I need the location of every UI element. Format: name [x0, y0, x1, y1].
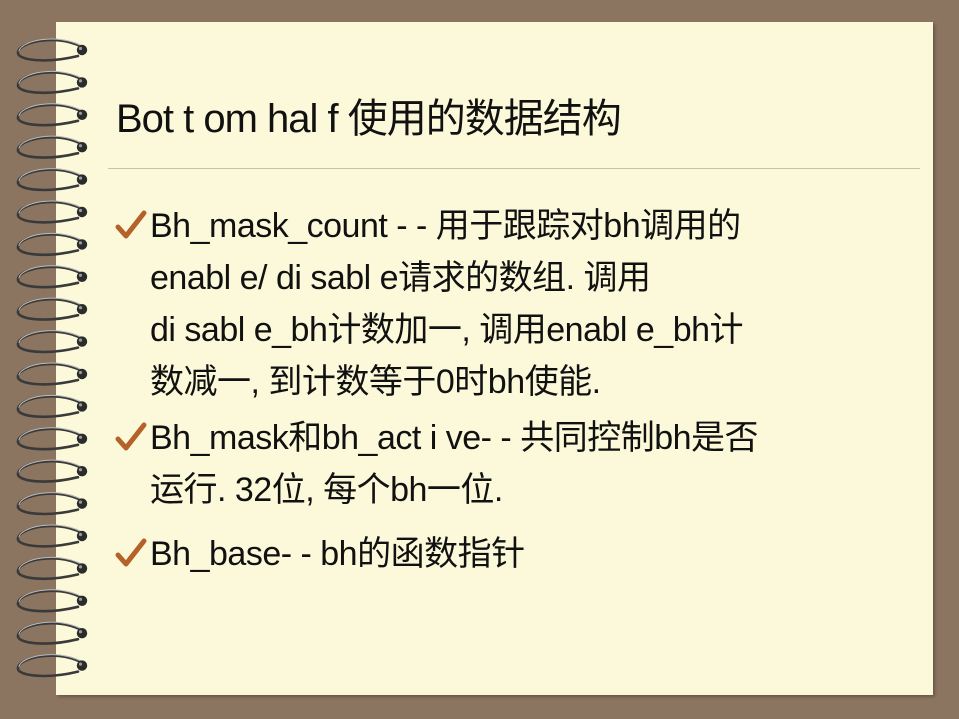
spiral-ring — [16, 297, 88, 321]
spiral-ring — [16, 265, 88, 289]
checkmark-icon — [115, 422, 147, 451]
spiral-ring — [16, 654, 88, 678]
spiral-ring — [16, 394, 88, 418]
spiral-ring — [16, 103, 88, 127]
spiral-ring — [16, 232, 88, 256]
spiral-ring — [16, 427, 88, 451]
bullet-line: 数减一, 到计数等于0时bh使能. — [150, 363, 601, 401]
spiral-ring — [16, 330, 88, 354]
spiral-ring — [16, 589, 88, 613]
spiral-ring — [16, 621, 88, 645]
spiral-ring — [16, 524, 88, 548]
spiral-ring — [16, 556, 88, 580]
spiral-ring — [16, 168, 88, 192]
spiral-ring — [16, 200, 88, 224]
spiral-ring — [16, 492, 88, 516]
bullet-line: Bh_mask和bh_act i ve- - 共同控制bh是否 — [150, 419, 759, 457]
spiral-ring — [16, 38, 88, 62]
spiral-ring — [16, 362, 88, 386]
bullet-line: di sabl e_bh计数加一, 调用enabl e_bh计 — [150, 311, 744, 349]
bullet-line: Bh_base- - bh的函数指针 — [150, 535, 525, 573]
spiral-ring — [16, 135, 88, 159]
bullet-line: Bh_mask_count - - 用于跟踪对bh调用的 — [150, 207, 741, 245]
checkmark-icon — [115, 210, 147, 239]
spiral-ring — [16, 459, 88, 483]
spiral-binding-icon — [16, 38, 88, 678]
checkmark-icon — [115, 538, 147, 567]
bullet-line: 运行. 32位, 每个bh一位. — [150, 471, 503, 509]
title-divider — [108, 168, 920, 169]
spiral-ring — [16, 70, 88, 94]
bullet-line: enabl e/ di sabl e请求的数组. 调用 — [150, 259, 651, 297]
slide-title: Bot t om hal f 使用的数据结构 — [116, 97, 622, 141]
